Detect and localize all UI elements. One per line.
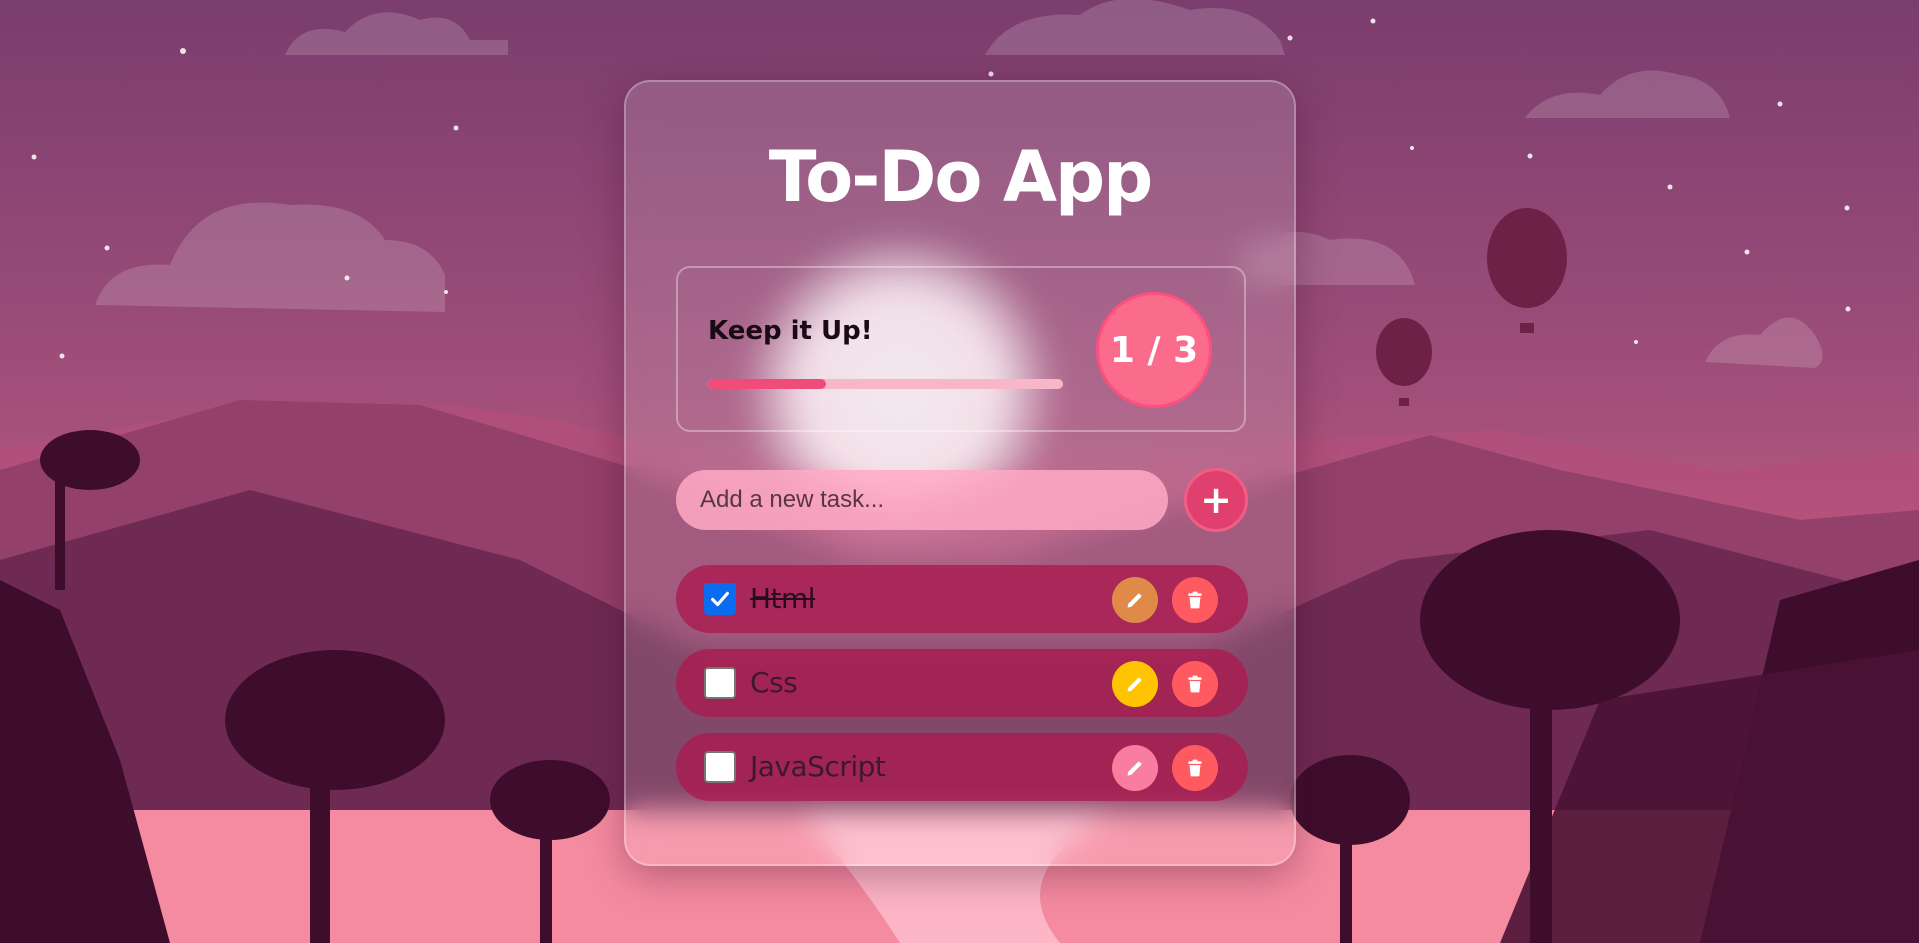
delete-task-button[interactable] — [1172, 661, 1218, 707]
task-item: JavaScript — [676, 733, 1248, 801]
task-item: Html — [676, 565, 1248, 633]
pencil-icon — [1127, 761, 1142, 776]
edit-task-button[interactable] — [1112, 661, 1158, 707]
progress-message: Keep it Up! — [708, 316, 873, 346]
trash-icon — [1188, 675, 1202, 693]
checkmark-icon — [711, 591, 729, 607]
app-title: To-Do App — [768, 136, 1154, 218]
trash-icon — [1188, 591, 1202, 609]
task-checkbox[interactable] — [704, 583, 736, 615]
task-checkbox[interactable] — [704, 751, 736, 783]
progress-bar-fill — [708, 379, 827, 389]
task-label: Css — [750, 666, 798, 699]
task-item: Css — [676, 649, 1248, 717]
pencil-icon — [1127, 677, 1142, 692]
add-task-button[interactable]: + — [1184, 468, 1248, 532]
new-task-input[interactable] — [676, 470, 1168, 530]
task-counter: 1 / 3 — [1096, 292, 1212, 408]
trash-icon — [1188, 759, 1202, 777]
todo-card: To-Do App Keep it Up! 1 / 3 + Html — [624, 80, 1296, 866]
edit-task-button[interactable] — [1112, 577, 1158, 623]
progress-bar — [708, 379, 1063, 389]
task-checkbox[interactable] — [704, 667, 736, 699]
progress-panel: Keep it Up! 1 / 3 — [676, 266, 1246, 432]
pencil-icon — [1127, 593, 1142, 608]
task-label: Html — [750, 582, 816, 615]
delete-task-button[interactable] — [1172, 745, 1218, 791]
task-label: JavaScript — [750, 750, 886, 783]
edit-task-button[interactable] — [1112, 745, 1158, 791]
delete-task-button[interactable] — [1172, 577, 1218, 623]
